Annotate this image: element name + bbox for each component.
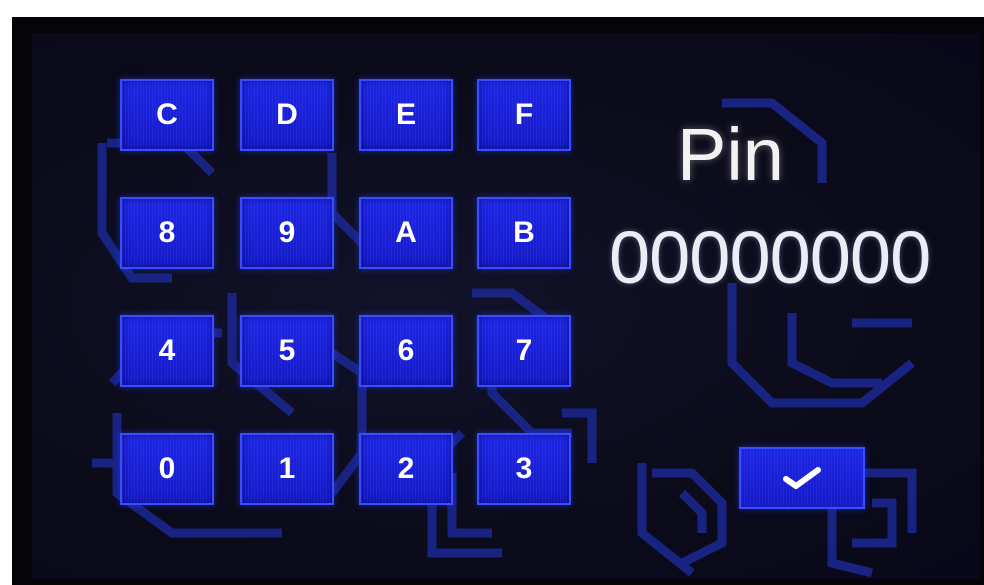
keypad-key-5[interactable]: 5 [240,315,334,387]
keypad-key-2[interactable]: 2 [359,433,453,505]
keypad-key-3[interactable]: 3 [477,433,571,505]
keypad-key-c[interactable]: C [120,79,214,151]
keypad-key-a[interactable]: A [359,197,453,269]
keypad-key-0[interactable]: 0 [120,433,214,505]
keypad-key-e[interactable]: E [359,79,453,151]
keypad-key-f[interactable]: F [477,79,571,151]
keypad-key-b[interactable]: B [477,197,571,269]
device-bezel: C D E F 8 9 A B 4 5 6 7 0 1 2 3 Pin 0000… [12,17,984,585]
keypad-key-1[interactable]: 1 [240,433,334,505]
keypad-key-4[interactable]: 4 [120,315,214,387]
confirm-button[interactable] [739,447,865,509]
checkmark-icon [783,467,821,489]
pin-value-display: 00000000 [609,216,931,299]
keypad-key-9[interactable]: 9 [240,197,334,269]
pin-label: Pin [677,113,784,196]
keypad-key-7[interactable]: 7 [477,315,571,387]
keypad-key-d[interactable]: D [240,79,334,151]
keypad-key-8[interactable]: 8 [120,197,214,269]
keypad-key-6[interactable]: 6 [359,315,453,387]
touch-screen: C D E F 8 9 A B 4 5 6 7 0 1 2 3 Pin 0000… [32,33,980,579]
